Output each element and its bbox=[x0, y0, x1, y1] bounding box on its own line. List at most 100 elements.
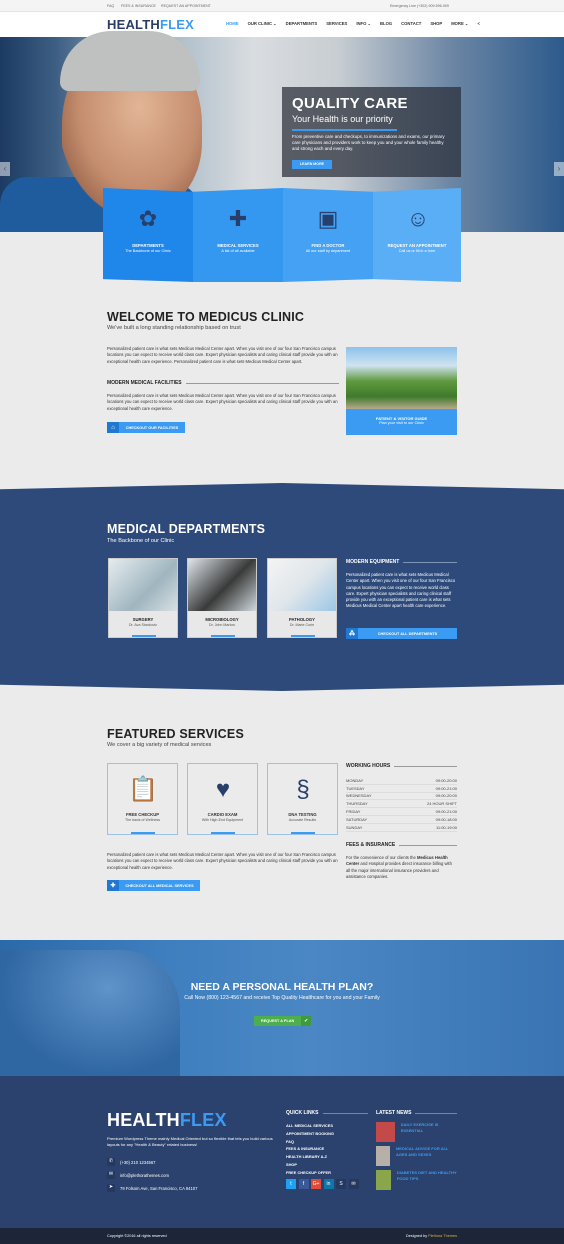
fees-text: For the convenience of our clients the M… bbox=[346, 855, 457, 880]
quick-link[interactable]: ALL MEDICAL SERVICES bbox=[286, 1123, 334, 1131]
fees-heading: FEES & INSURANCE bbox=[346, 842, 457, 848]
card-title: CARDIO EXAM bbox=[207, 812, 238, 817]
checkout-facilities-button[interactable]: ⌂ CHECKOUT OUR FACILITIES bbox=[107, 422, 185, 433]
contact-email[interactable]: info@plethorathemes.com bbox=[120, 1173, 169, 1178]
designer-link[interactable]: Plethora Themes bbox=[428, 1234, 457, 1238]
footer-logo: HEALTHFLEX bbox=[107, 1110, 227, 1131]
divider bbox=[185, 382, 339, 384]
logo-text: HEALTH bbox=[107, 17, 160, 32]
department-card-microbiology[interactable]: MICROBIOLOGY Dr. John Marlow bbox=[187, 558, 257, 638]
nav-info[interactable]: INFO ⌄ bbox=[356, 21, 371, 26]
topbar-link-appointment[interactable]: REQUEST AN APPOINTMENT bbox=[161, 4, 211, 8]
logo-text-accent: FLEX bbox=[179, 1110, 227, 1130]
nav-contact[interactable]: CONTACT bbox=[401, 21, 421, 26]
topbar-link-fees[interactable]: FEES & INSURANCE bbox=[121, 4, 156, 8]
news-title[interactable]: DAILY EXERCISE IS ESSENTIAL bbox=[401, 1122, 458, 1146]
news-title[interactable]: MEDICAL ADVICE FOR ALL AGES AND SEXES bbox=[396, 1146, 458, 1170]
news-title[interactable]: DIABETES DIET AND HEALTHY FOOD TIPS bbox=[397, 1170, 458, 1194]
feature-title: FIND A DOCTOR bbox=[311, 243, 345, 248]
feature-title: MEDICAL SERVICES bbox=[217, 243, 259, 248]
feature-departments[interactable]: ✿ DEPARTMENTS The Backbone of our Clinic bbox=[103, 188, 193, 282]
checkout-services-button[interactable]: ✚ CHECKOUT ALL MEDICAL SERVICES bbox=[107, 880, 200, 891]
button-label: CHECKOUT ALL MEDICAL SERVICES bbox=[125, 883, 194, 888]
facebook-icon[interactable]: f bbox=[298, 1179, 309, 1189]
hours-time: 09:00-18:00 bbox=[435, 816, 457, 822]
linkedin-icon[interactable]: in bbox=[323, 1179, 334, 1189]
quick-link[interactable]: APPOINTMENT BOOKING bbox=[286, 1131, 334, 1139]
service-card-checkup[interactable]: 📋 FREE CHECKUP The basis of Wellness bbox=[107, 763, 178, 835]
hours-table: MONDAY 09:00-20:00 TUESDAY 09:00-21:00 WEDNE… bbox=[346, 777, 457, 832]
hours-day: TUESDAY bbox=[346, 785, 365, 791]
card-accent bbox=[291, 635, 315, 637]
nav-more[interactable]: MORE ⌄ bbox=[451, 21, 468, 26]
services-title: FEATURED SERVICES bbox=[107, 727, 244, 741]
dna-icon: § bbox=[296, 776, 310, 803]
slider-prev-arrow[interactable]: ‹ bbox=[0, 162, 10, 176]
hours-row: TUESDAY 09:00-21:00 bbox=[346, 785, 457, 793]
nav-shop[interactable]: SHOP bbox=[430, 21, 442, 26]
quick-links-heading-text: QUICK LINKS bbox=[286, 1110, 319, 1116]
divider bbox=[415, 1112, 457, 1114]
logo[interactable]: HEALTHFLEX bbox=[107, 17, 194, 32]
news-thumbnail bbox=[376, 1170, 391, 1190]
hours-day: FRIDAY bbox=[346, 809, 361, 815]
card-accent bbox=[211, 635, 235, 637]
feature-find-doctor[interactable]: ▣ FIND A DOCTOR All our staff by departm… bbox=[283, 188, 373, 282]
google-plus-icon[interactable]: G+ bbox=[311, 1179, 321, 1189]
hero-subtitle: Your Health is our priority bbox=[292, 114, 393, 124]
hours-row: SATURDAY 09:00-18:00 bbox=[346, 816, 457, 824]
request-plan-button[interactable]: REQUEST A PLAN ✔ bbox=[254, 1016, 312, 1026]
nav-home[interactable]: HOME bbox=[226, 21, 239, 26]
header: HEALTHFLEX HOME OUR CLINIC ⌄ DEPARTMENTS… bbox=[0, 12, 564, 37]
nav-services[interactable]: SERVICES bbox=[326, 21, 347, 26]
quick-link[interactable]: FEES & INSURANCE bbox=[286, 1146, 334, 1154]
guide-subtitle: Plan your visit to our Clinic bbox=[379, 421, 424, 425]
facilities-heading: MODERN MEDICAL FACILITIES bbox=[107, 380, 339, 386]
clinic-building-image bbox=[346, 347, 457, 409]
sitemap-icon: ⁂ bbox=[346, 628, 358, 639]
feature-request-appointment[interactable]: ☺ REQUEST AN APPOINTMENT Call us or fill… bbox=[373, 188, 461, 282]
quick-link[interactable]: SHOP bbox=[286, 1162, 334, 1170]
skype-icon[interactable]: S bbox=[336, 1179, 346, 1189]
learn-more-button[interactable]: LEARN MORE bbox=[292, 160, 332, 169]
news-item[interactable]: DIABETES DIET AND HEALTHY FOOD TIPS bbox=[376, 1170, 458, 1194]
department-card-pathology[interactable]: PATHOLOGY Dr. Marie Curie bbox=[267, 558, 337, 638]
hours-row: SUNDAY 11:00-19:00 bbox=[346, 824, 457, 832]
feature-subtitle: The Backbone of our Clinic bbox=[125, 249, 171, 253]
hero-caption: QUALITY CARE Your Health is our priority… bbox=[282, 87, 461, 177]
quick-link[interactable]: HEALTH LIBRARY A-Z bbox=[286, 1154, 334, 1162]
visitor-guide-card[interactable]: PATIENT & VISITOR GUIDE Plan your visit … bbox=[346, 347, 457, 435]
hours-day: MONDAY bbox=[346, 777, 364, 783]
card-subtitle: The basis of Wellness bbox=[124, 818, 161, 822]
twitter-icon[interactable]: t bbox=[286, 1179, 296, 1189]
check-icon: ✔ bbox=[301, 1016, 312, 1026]
service-card-dna[interactable]: § DNA TESTING Accurate Results bbox=[267, 763, 338, 835]
fees-heading-text: FEES & INSURANCE bbox=[346, 842, 396, 848]
card-title: SURGERY bbox=[132, 617, 154, 622]
nav-blog[interactable]: BLOG bbox=[380, 21, 392, 26]
service-card-cardio[interactable]: ♥ CARDIO EXAM With High-End Equipment bbox=[187, 763, 258, 835]
department-card-surgery[interactable]: SURGERY Dr. Ava Stankovic bbox=[108, 558, 178, 638]
checkout-departments-button[interactable]: ⁂ CHECKOUT ALL DEPARTMENTS bbox=[346, 628, 457, 639]
quick-link[interactable]: FAQ bbox=[286, 1139, 334, 1147]
news-item[interactable]: DAILY EXERCISE IS ESSENTIAL bbox=[376, 1122, 458, 1146]
card-title: DNA TESTING bbox=[288, 812, 317, 817]
latest-news-heading-text: LATEST NEWS bbox=[376, 1110, 412, 1116]
nav-departments[interactable]: DEPARTMENTS bbox=[286, 21, 318, 26]
share-icon[interactable]: < bbox=[477, 21, 479, 26]
news-item[interactable]: MEDICAL ADVICE FOR ALL AGES AND SEXES bbox=[376, 1146, 458, 1170]
doctor-badge-icon: ▣ bbox=[317, 206, 339, 231]
equipment-text: Personalized patient care is what sets M… bbox=[346, 572, 456, 609]
heart-icon: ♥ bbox=[215, 776, 231, 803]
footer: HEALTHFLEX Premium Wordpress Theme mainl… bbox=[0, 1076, 564, 1228]
nav-our-clinic[interactable]: OUR CLINIC ⌄ bbox=[248, 21, 277, 26]
facilities-heading-text: MODERN MEDICAL FACILITIES bbox=[107, 380, 182, 386]
medical-icon: ✚ bbox=[107, 880, 119, 891]
slider-next-arrow[interactable]: › bbox=[554, 162, 564, 176]
feature-medical-services[interactable]: ✚ MEDICAL SERVICES A list of all availab… bbox=[193, 188, 283, 282]
nurse-icon: ☺ bbox=[406, 206, 430, 231]
quick-link[interactable]: FREE CHECKUP OFFER bbox=[286, 1170, 334, 1178]
topbar-link-faq[interactable]: FAQ bbox=[107, 4, 114, 8]
clipboard-icon: 📋 bbox=[128, 776, 158, 803]
mail-icon[interactable]: ✉ bbox=[348, 1179, 359, 1189]
